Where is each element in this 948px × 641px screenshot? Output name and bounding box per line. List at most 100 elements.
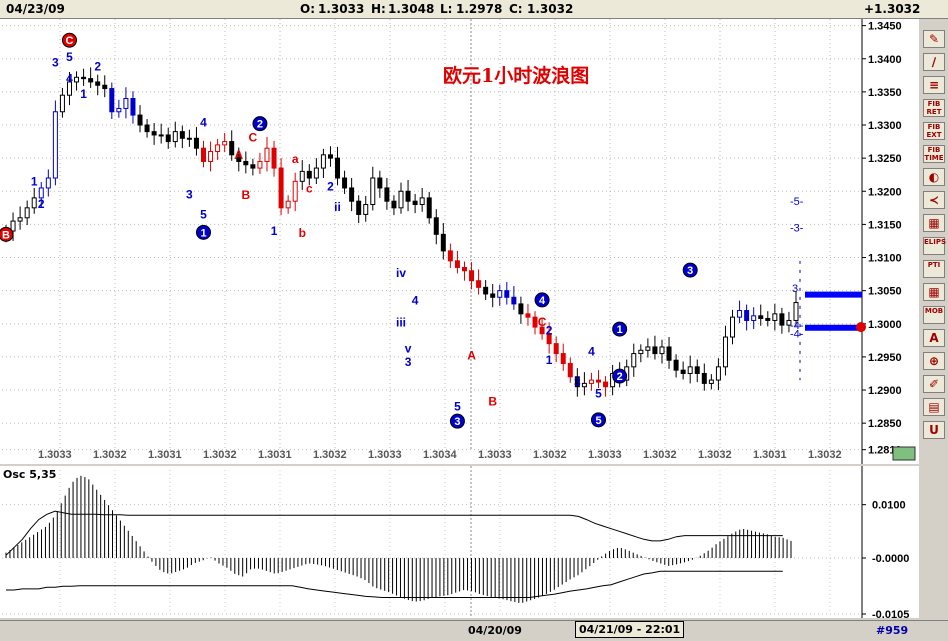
candle-body [722, 336, 728, 368]
wave-label: 4 [66, 72, 73, 86]
candle-body [356, 200, 362, 215]
wave-label: 1 [271, 224, 278, 238]
candle-body [588, 379, 594, 384]
wave-label: B [488, 394, 497, 408]
candle-body [532, 316, 538, 328]
candle-body [342, 177, 348, 189]
y-tick-label: 1.3350 [868, 87, 902, 99]
wave-label: iii [396, 315, 406, 329]
toolbar-button[interactable]: A [923, 329, 945, 347]
candle-body [208, 151, 214, 162]
candle-body [419, 197, 425, 206]
y-tick-label: 1.3400 [868, 54, 902, 66]
corner-icon [892, 446, 916, 461]
candle-body [299, 170, 305, 182]
osc-upper-band [5, 510, 783, 556]
x-tick-label: 1.3033 [478, 449, 512, 461]
wave-label: 3 [574, 375, 581, 389]
candle-body [109, 88, 115, 113]
toolbar-button[interactable]: ◐ [923, 168, 945, 186]
candle-body [250, 164, 256, 169]
toolbar-button[interactable]: ⊕ [923, 352, 945, 370]
wave-label: iv [396, 266, 406, 280]
candle-body [88, 78, 94, 83]
candle-body [751, 315, 757, 321]
status-count: #959 [876, 624, 909, 637]
header-date: 04/23/09 [6, 2, 65, 16]
price-pane[interactable]: 1.3450 1.3400 1.3350 1.3300 1.3250 1.3200 1.31… [0, 19, 919, 464]
wave-label: v [405, 341, 412, 355]
wave-label: C [249, 131, 258, 145]
toolbar-button[interactable]: FIB RET [923, 99, 945, 117]
x-tick-label: 1.3032 [698, 449, 732, 461]
status-date-right: 04/21/09 - 22:01 [575, 621, 685, 638]
candle-body [271, 147, 277, 169]
wave-label: 1 [80, 87, 87, 101]
toolbar-button[interactable]: ≺ [923, 191, 945, 209]
x-tick-label: 1.3033 [588, 449, 622, 461]
candle-body [525, 313, 531, 318]
projection-label: -5- [790, 196, 804, 208]
y-tick-label: 1.3000 [868, 319, 902, 331]
wave-label: b [299, 226, 306, 240]
osc-y-tick-label: -0.0000 [872, 553, 909, 565]
candle-body [581, 382, 587, 388]
y-tick-label: 1.3100 [868, 253, 902, 265]
wave-label: 4 [412, 294, 419, 308]
toolbar-button[interactable]: U [923, 421, 945, 439]
x-tick-label: 1.3031 [753, 449, 787, 461]
close-label: C: [509, 2, 523, 16]
candle-body [715, 366, 721, 381]
candle-body [426, 197, 432, 219]
toolbar-button[interactable]: ✐ [923, 375, 945, 393]
y-tick-label: 1.3450 [868, 21, 902, 33]
candle-body [461, 266, 467, 272]
candle-body [158, 134, 164, 137]
candle-body [243, 160, 249, 166]
osc-y-tick-label: -0.0105 [872, 609, 909, 618]
toolbar-button[interactable]: ∕ [923, 53, 945, 71]
y-tick-label: 1.3150 [868, 219, 902, 231]
wave-label: 2 [546, 323, 553, 337]
x-tick-label: 1.3031 [148, 449, 182, 461]
toolbar-button[interactable]: ▦ [923, 214, 945, 232]
high-label: H: [371, 2, 386, 16]
x-tick-label: 1.3032 [808, 449, 842, 461]
toolbar-button[interactable]: PTI [923, 260, 945, 278]
toolbar-button[interactable]: ▦ [923, 283, 945, 301]
edge-marker [856, 322, 866, 333]
toolbar-button[interactable]: MOB [923, 306, 945, 324]
candle-body [278, 167, 284, 209]
wave-label: 5 [454, 400, 461, 414]
open-label: O: [300, 2, 315, 16]
candle-body [116, 107, 122, 113]
candle-body [483, 286, 489, 295]
wave-label: A [467, 349, 476, 363]
osc-y-tick-label: 0.0100 [872, 500, 906, 512]
wave-label: C [66, 35, 74, 47]
toolbar-button[interactable]: FIB EXT [923, 122, 945, 140]
toolbar-button[interactable]: ELIPS [923, 237, 946, 255]
candle-body [779, 313, 785, 326]
status-date-left: 04/20/09 [468, 624, 522, 637]
change-value: +1.3032 [864, 2, 921, 16]
toolbar-button[interactable]: FIB TIME [923, 145, 945, 163]
y-tick-label: 1.2900 [868, 385, 902, 397]
toolbar-button[interactable]: ✎ [923, 30, 945, 48]
candle-body [469, 270, 475, 282]
candle-body [497, 290, 503, 298]
candle-body [504, 290, 510, 298]
toolbar-button[interactable]: ≡ [923, 76, 945, 94]
y-tick-label: 1.3200 [868, 186, 902, 198]
candle-body [730, 316, 736, 338]
wave-label: 1 [31, 174, 38, 188]
candle-body [74, 76, 80, 83]
oscillator-pane[interactable]: 0.0100 -0.0000 -0.0105 Osc 5,35 [0, 466, 919, 618]
wave-label: 3 [186, 188, 193, 202]
toolbar-button[interactable]: ▤ [923, 398, 945, 416]
target-band [805, 324, 862, 331]
candle-body [123, 98, 129, 109]
oscillator-chart[interactable]: 0.0100 -0.0000 -0.0105 [0, 466, 919, 618]
wave-label: 4 [200, 115, 207, 129]
candle-body [313, 167, 319, 179]
